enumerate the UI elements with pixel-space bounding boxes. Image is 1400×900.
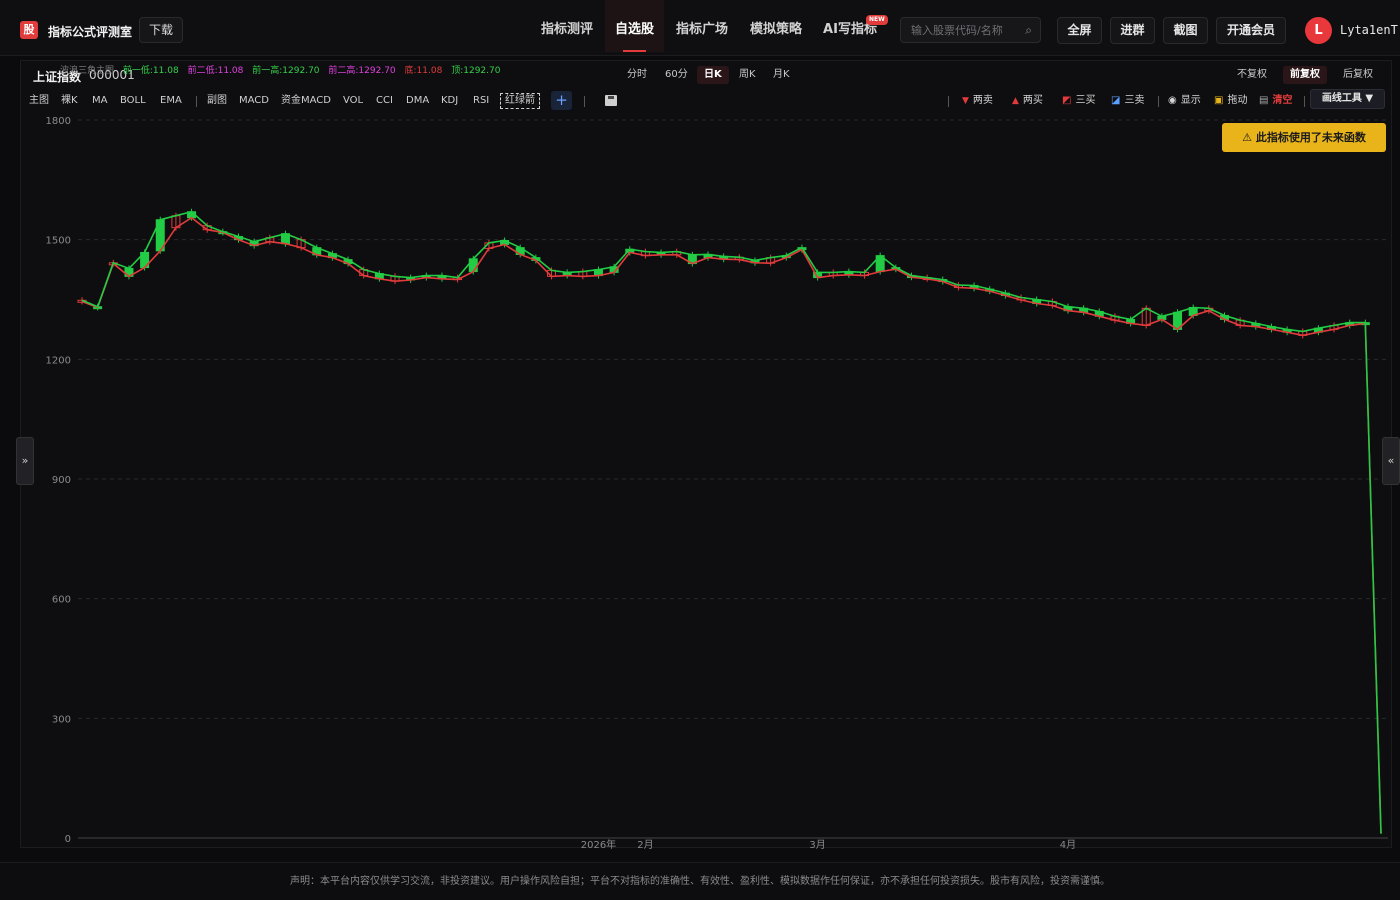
legend-prev1-high: 前一高:1292.70 [252,66,320,76]
y-tick-label: 600 [52,595,71,606]
y-tick-label: 1200 [46,355,71,366]
disclaimer-footer: 声明：本平台内容仅供学习交流，非投资建议。用户操作风险自担；平台不对指标的准确性… [0,862,1400,900]
top-wave-line [81,210,1382,834]
legend-indicator-name: 波浪三角主图 [60,66,115,76]
y-tick-label: 1800 [46,116,71,127]
legend-prev2-low: 前二低:11.08 [187,66,244,76]
candle-body [468,258,478,273]
expand-right-panel-button[interactable]: « [1382,437,1400,485]
x-tick-label: 3月 [809,839,825,851]
y-tick-label: 0 [65,834,71,845]
x-tick-label: 2026年 [581,838,616,851]
future-function-warning: ⚠ 此指标使用了未来函数 [1222,123,1386,152]
indicator-legend: 波浪三角主图 前一低:11.08 前二低:11.08 前一高:1292.70 前… [60,63,506,76]
legend-top: 顶:1292.70 [451,66,501,76]
legend-bottom: 底:11.08 [404,66,443,76]
candlestick-chart[interactable]: 0 300 600 900 1200 1500 1800 2026年 2月 3月 4月 [0,0,1400,900]
y-tick-label: 300 [52,714,71,725]
y-tick-label: 900 [52,475,71,486]
expand-left-panel-button[interactable]: » [16,437,34,485]
warning-icon: ⚠ [1242,131,1256,144]
x-tick-label: 2月 [637,839,653,851]
legend-prev1-low: 前一低:11.08 [122,66,179,76]
x-tick-label: 4月 [1060,839,1076,851]
legend-prev2-high: 前二高:1292.70 [328,66,396,76]
y-tick-label: 1500 [46,236,71,247]
